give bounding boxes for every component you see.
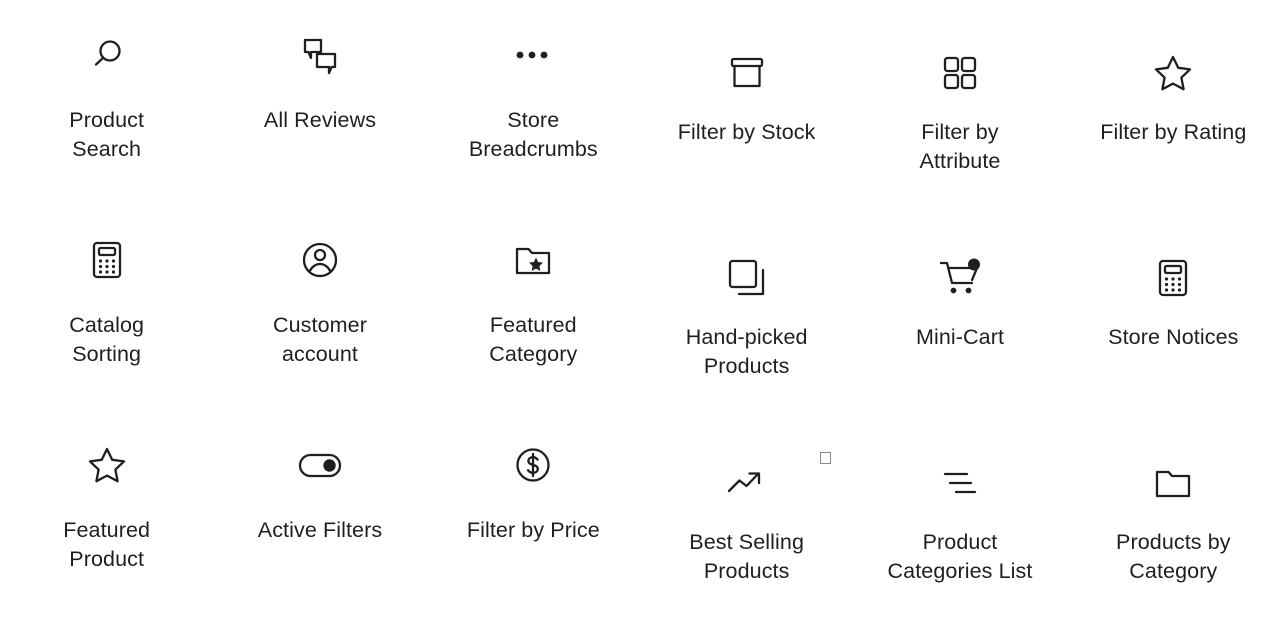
block-item[interactable]: Mini-Cart — [853, 205, 1066, 410]
block-item-label: Store Breadcrumbs — [468, 108, 598, 161]
calculator-icon — [1146, 251, 1200, 305]
copy-squares-icon — [720, 251, 774, 305]
block-item-label: Hand-picked Products — [685, 325, 808, 378]
block-item-label: Filter by Stock — [677, 120, 816, 144]
block-item[interactable]: Active Filters — [213, 410, 426, 615]
toggle-on-icon — [293, 438, 347, 492]
ellipsis-icon — [506, 28, 560, 82]
block-item-label: Filter by Attribute — [919, 120, 1001, 173]
chat-bubbles-icon — [293, 28, 347, 82]
block-inserter-grid: Product Search All Reviews Store Breadcrum… — [0, 0, 1280, 638]
block-item[interactable]: Filter by Price — [427, 410, 640, 615]
grid-four-squares-icon — [933, 46, 987, 100]
block-item-label: Product Categories List — [887, 530, 1033, 583]
search-icon — [80, 28, 134, 82]
block-item[interactable]: Product Search — [0, 0, 213, 205]
block-item-label: Active Filters — [257, 518, 383, 542]
block-item[interactable]: Store Notices — [1067, 205, 1280, 410]
shopping-cart-icon — [933, 251, 987, 305]
block-item-label: Store Notices — [1108, 325, 1239, 349]
block-item-label: Catalog Sorting — [69, 313, 145, 366]
block-item[interactable]: Filter by Rating — [1067, 0, 1280, 205]
star-outline-icon — [1146, 46, 1200, 100]
block-item-label: Product Search — [69, 108, 145, 161]
block-item[interactable]: Filter by Stock — [640, 0, 853, 205]
block-item-label: All Reviews — [263, 108, 377, 132]
archive-box-icon — [720, 46, 774, 100]
calculator-icon — [80, 233, 134, 287]
block-item-label: Best Selling Products — [689, 530, 805, 583]
block-item[interactable]: Hand-picked Products — [640, 205, 853, 410]
block-item[interactable]: Product Categories List — [853, 410, 1066, 615]
block-item[interactable]: Best Selling Products — [640, 410, 853, 615]
block-item[interactable]: Filter by Attribute — [853, 0, 1066, 205]
block-item-label: Customer account — [272, 313, 367, 366]
folder-outline-icon — [1146, 456, 1200, 510]
staggered-list-icon — [933, 456, 987, 510]
block-item-label: Filter by Rating — [1100, 120, 1247, 144]
block-item-label: Featured Category — [489, 313, 578, 366]
block-item[interactable]: Products by Category — [1067, 410, 1280, 615]
star-outline-icon — [80, 438, 134, 492]
block-item[interactable]: Catalog Sorting — [0, 205, 213, 410]
trending-up-icon — [720, 456, 774, 510]
missing-glyph-box — [820, 452, 831, 464]
block-item-label: Featured Product — [63, 518, 151, 571]
block-item-label: Filter by Price — [466, 518, 600, 542]
dollar-circle-icon — [506, 438, 560, 492]
block-item[interactable]: Customer account — [213, 205, 426, 410]
block-item[interactable]: Store Breadcrumbs — [427, 0, 640, 205]
block-item-label: Products by Category — [1116, 530, 1231, 583]
block-item-label: Mini-Cart — [915, 325, 1005, 349]
block-item[interactable]: All Reviews — [213, 0, 426, 205]
user-circle-icon — [293, 233, 347, 287]
block-item[interactable]: Featured Category — [427, 205, 640, 410]
block-item[interactable]: Featured Product — [0, 410, 213, 615]
folder-star-icon — [506, 233, 560, 287]
